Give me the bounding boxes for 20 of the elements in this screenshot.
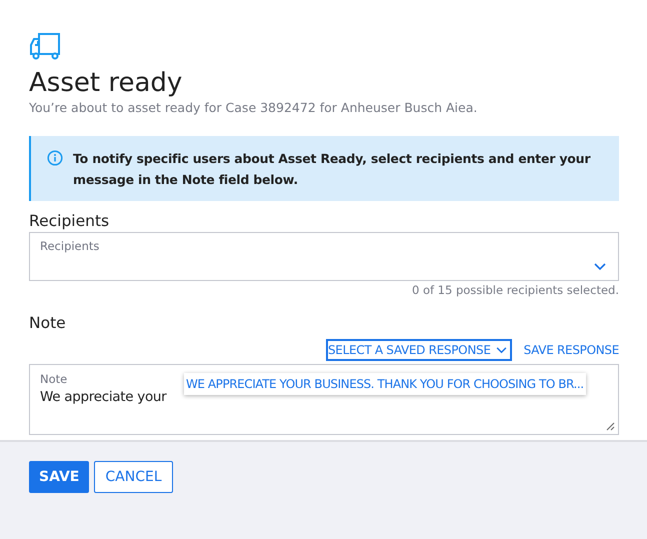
section-heading: Note [29, 314, 67, 332]
tooltip: WE APPRECIATE YOUR BUSINESS. THANK YOU FOR CHOOSING TO BR... [184, 373, 586, 395]
section-heading: Recipients [29, 212, 110, 230]
recipients-field[interactable]: Recipients [29, 232, 619, 281]
field-label: Recipients [40, 239, 100, 253]
save-response-link[interactable]: SAVE RESPONSE [524, 343, 619, 357]
saved-response-dropdown[interactable]: SELECT A SAVED RESPONSE [326, 339, 512, 361]
info-icon [47, 150, 63, 166]
save-button[interactable]: SAVE [29, 461, 90, 493]
subtitle: You’re about to asset ready for Case 3892472 for Anheuser Busch Aiea. [29, 100, 478, 115]
cancel-button[interactable]: CANCEL [94, 461, 173, 493]
truck-icon [29, 30, 63, 60]
note-text: We appreciate your [40, 389, 166, 405]
resize-handle-icon[interactable] [606, 422, 615, 431]
chevron-down-icon [594, 263, 606, 271]
field-label: Note [40, 372, 68, 386]
page-title: Asset ready [29, 68, 184, 98]
info-text: To notify specific users about Asset Ready, select recipients and enter your message in the Note field below. [73, 150, 592, 189]
chevron-down-icon [496, 346, 507, 354]
helper-text: 0 of 15 possible recipients selected. [410, 283, 619, 297]
